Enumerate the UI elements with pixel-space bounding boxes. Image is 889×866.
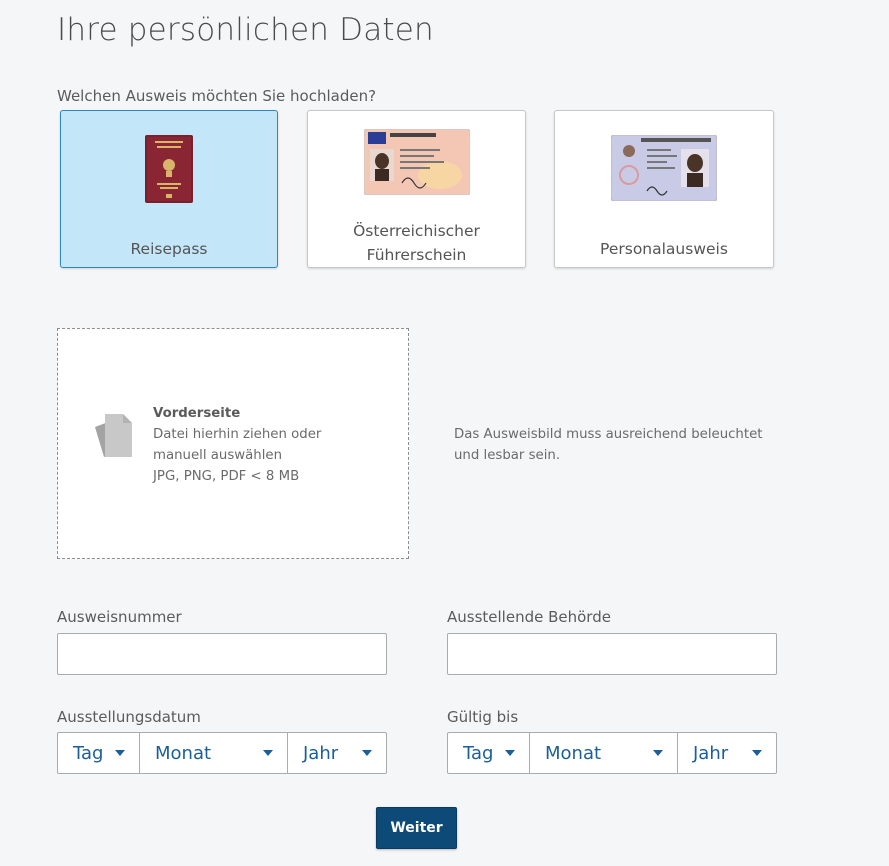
file-dropzone-front[interactable]: Vorderseite Datei hierhin ziehen oder ma… (57, 328, 409, 559)
issue-date-group: Tag Monat Jahr (57, 732, 387, 774)
valid-day-select[interactable]: Tag (448, 733, 530, 773)
issue-year-text: Jahr (303, 742, 339, 764)
valid-year-select[interactable]: Jahr (678, 733, 776, 773)
valid-month-select[interactable]: Monat (530, 733, 678, 773)
driver-license-icon (363, 128, 471, 196)
passport-icon (145, 135, 193, 203)
photo-quality-hint: Das Ausweisbild muss ausreichend beleuch… (454, 424, 774, 466)
issue-month-text: Monat (155, 742, 212, 764)
issue-day-text: Tag (73, 742, 104, 764)
chevron-down-icon (752, 750, 762, 756)
id-number-label: Ausweisnummer (57, 608, 182, 626)
card-label-reisepass: Reisepass (130, 240, 208, 258)
card-label-fuehrerschein-line2: Führerschein (366, 246, 467, 264)
issue-date-label: Ausstellungsdatum (57, 708, 201, 726)
chevron-down-icon (263, 750, 273, 756)
dropzone-instruction-line1: Datei hierhin ziehen oder (153, 427, 322, 442)
hint-line1: Das Ausweisbild muss ausreichend beleuch… (454, 427, 763, 442)
chevron-down-icon (505, 750, 515, 756)
chevron-down-icon (362, 750, 372, 756)
valid-until-label: Gültig bis (447, 708, 519, 726)
hint-line2: und lesbar sein. (454, 448, 561, 463)
dropzone-formats: JPG, PNG, PDF < 8 MB (153, 469, 300, 484)
page-title: Ihre persönlichen Daten (57, 12, 434, 48)
id-number-input[interactable] (57, 633, 387, 675)
valid-month-text: Monat (545, 742, 602, 764)
card-label-fuehrerschein-line1: Österreichischer (353, 222, 480, 240)
id-card-reisepass[interactable]: Reisepass (60, 110, 278, 268)
continue-button[interactable]: Weiter (376, 807, 457, 849)
valid-year-text: Jahr (693, 742, 729, 764)
id-card-personalausweis[interactable]: Personalausweis (554, 110, 774, 268)
issue-month-select[interactable]: Monat (140, 733, 288, 773)
issuing-authority-label: Ausstellende Behörde (447, 608, 611, 626)
valid-until-group: Tag Monat Jahr (447, 732, 777, 774)
dropzone-instruction-line2[interactable]: manuell auswählen (153, 445, 321, 466)
issuing-authority-input[interactable] (447, 633, 777, 675)
issue-day-select[interactable]: Tag (58, 733, 140, 773)
document-stack-icon (94, 411, 134, 461)
id-type-question: Welchen Ausweis möchten Sie hochladen? (57, 87, 377, 105)
valid-day-text: Tag (463, 742, 494, 764)
chevron-down-icon (653, 750, 663, 756)
id-card-fuehrerschein[interactable]: Österreichischer Führerschein (307, 110, 526, 268)
issue-year-select[interactable]: Jahr (288, 733, 386, 773)
chevron-down-icon (115, 750, 125, 756)
id-card-icon (610, 134, 718, 202)
dropzone-title: Vorderseite (153, 406, 241, 421)
card-label-personalausweis: Personalausweis (600, 240, 728, 258)
